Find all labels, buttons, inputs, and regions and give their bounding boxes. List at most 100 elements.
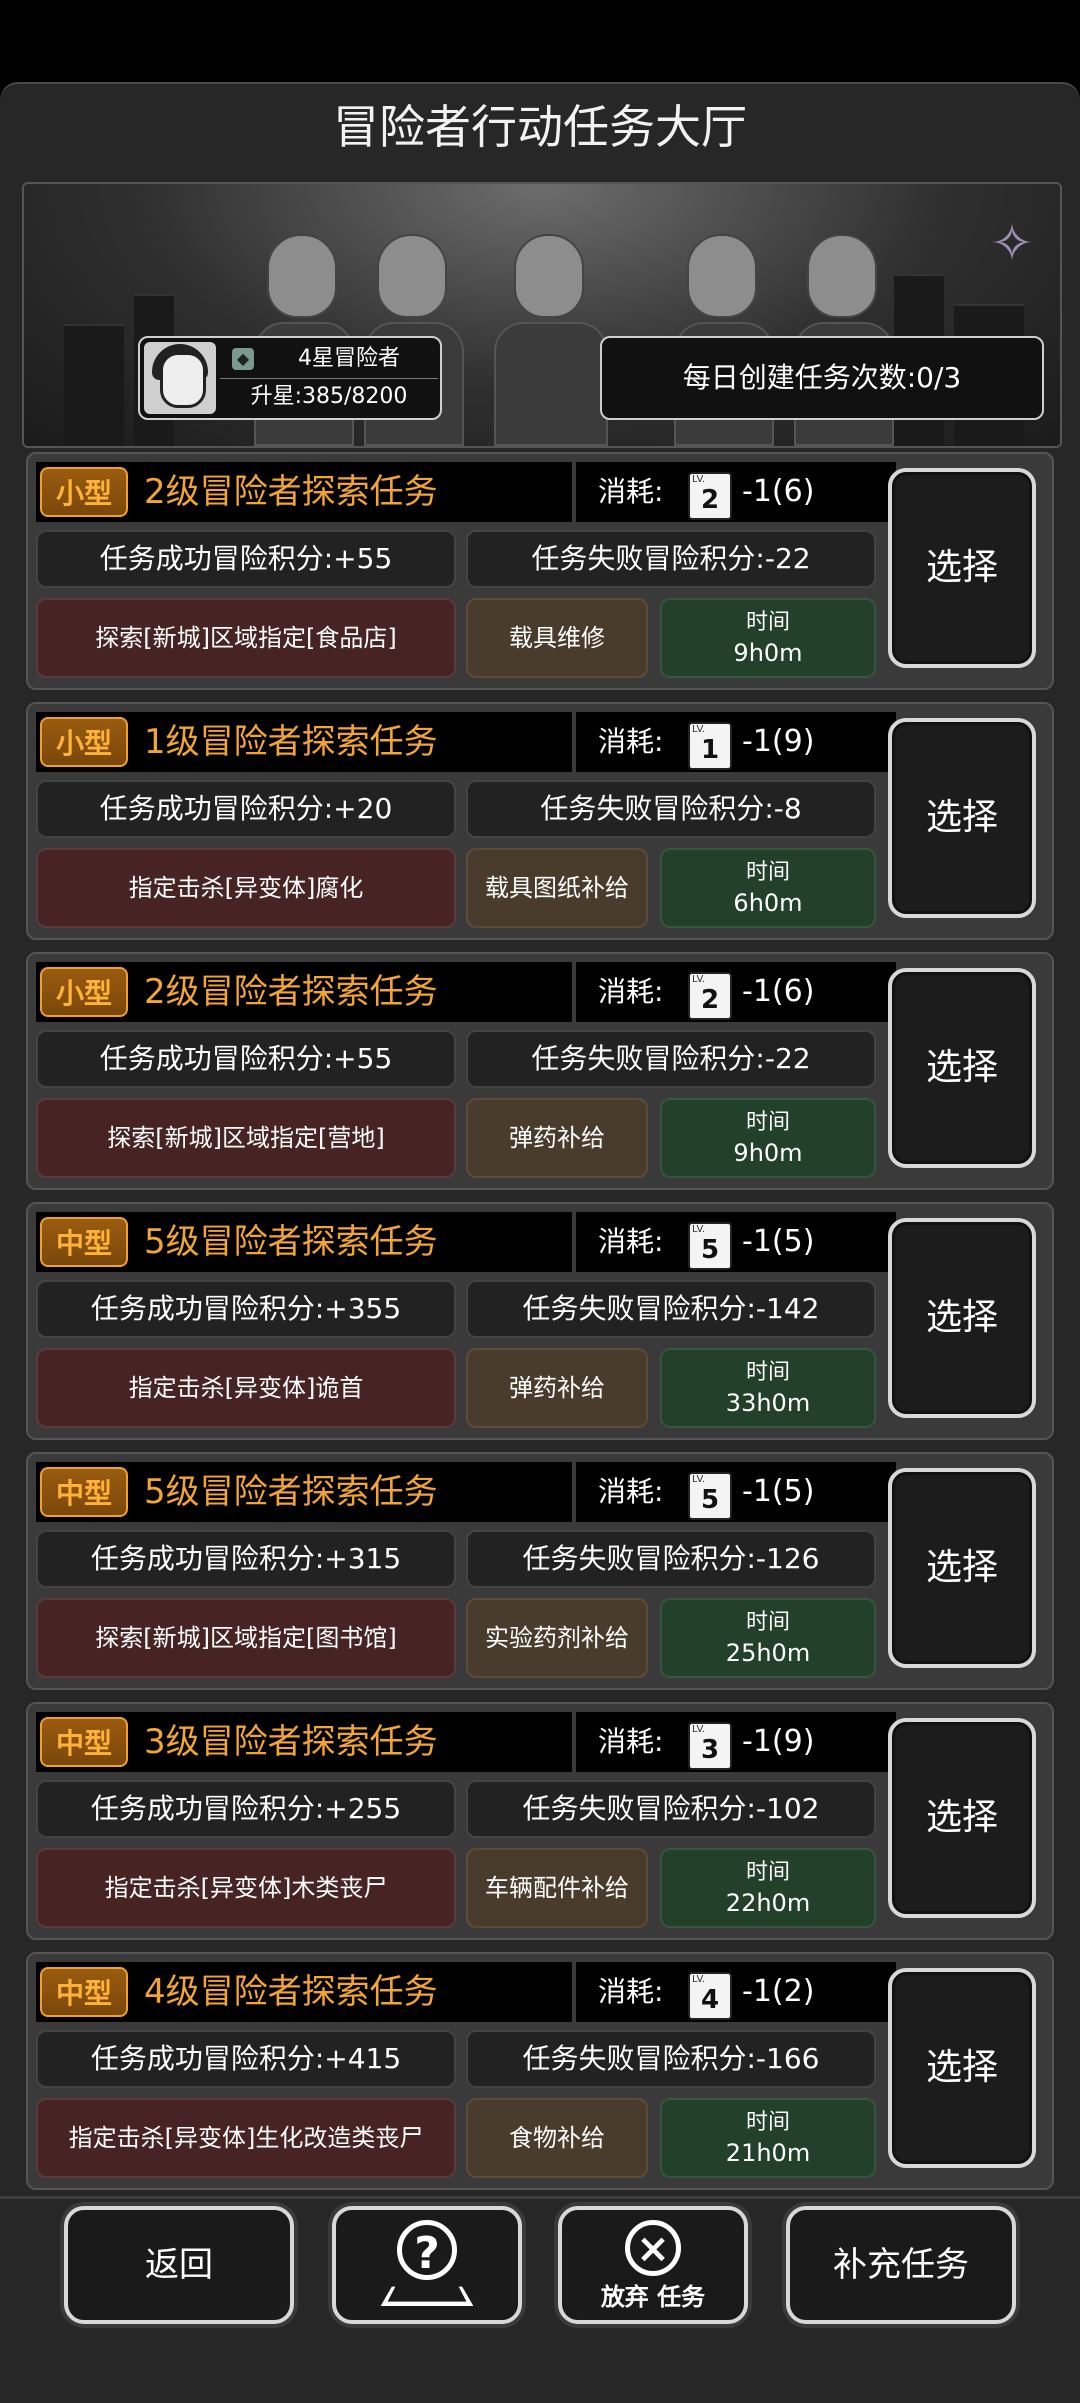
level-ticket-icon: LV. 4 <box>688 1972 732 2020</box>
success-points: 任务成功冒险积分:+315 <box>36 1530 456 1588</box>
level-ticket-icon: LV. 1 <box>688 722 732 770</box>
task-reward: 车辆配件补给 <box>466 1848 648 1928</box>
task-name: 3级冒险者探索任务 <box>144 1722 438 1762</box>
task-card: 小型 1级冒险者探索任务 消耗: LV. 1 -1(9) 任务成功冒险积分:+20 任务失败冒… <box>26 702 1054 940</box>
task-name: 2级冒险者探索任务 <box>144 472 438 512</box>
task-objective: 指定击杀[异变体]腐化 <box>36 848 456 928</box>
task-duration: 时间 25h0m <box>660 1598 876 1678</box>
time-label: 时间 <box>745 860 790 885</box>
level-ticket-icon: LV. 5 <box>688 1472 732 1520</box>
task-objective: 指定击杀[异变体]木类丧尸 <box>36 1848 456 1928</box>
time-value: 33h0m <box>725 1389 811 1417</box>
task-card: 中型 3级冒险者探索任务 消耗: LV. 3 -1(9) 任务成功冒险积分:+255 任务失败… <box>26 1702 1054 1940</box>
ticket-level: 3 <box>700 1735 720 1765</box>
task-cost: 消耗: LV. 3 -1(9) <box>576 1712 896 1772</box>
task-header: 中型 5级冒险者探索任务 <box>36 1462 572 1522</box>
task-header: 小型 2级冒险者探索任务 <box>36 462 572 522</box>
task-size-badge: 小型 <box>40 717 128 767</box>
select-button[interactable]: 选择 <box>888 468 1036 668</box>
task-duration: 时间 22h0m <box>660 1848 876 1928</box>
task-objective: 探索[新城]区域指定[营地] <box>36 1098 456 1178</box>
success-points: 任务成功冒险积分:+55 <box>36 1030 456 1088</box>
fail-points: 任务失败冒险积分:-102 <box>466 1780 876 1838</box>
refill-task-button[interactable]: 补充任务 <box>786 2206 1016 2324</box>
task-card: 中型 5级冒险者探索任务 消耗: LV. 5 -1(5) 任务成功冒险积分:+315 任务失败… <box>26 1452 1054 1690</box>
building <box>64 324 124 446</box>
task-reward: 实验药剂补给 <box>466 1598 648 1678</box>
task-size-badge: 小型 <box>40 967 128 1017</box>
select-button[interactable]: 选择 <box>888 1218 1036 1418</box>
back-button[interactable]: 返回 <box>64 2206 294 2324</box>
select-button[interactable]: 选择 <box>888 718 1036 918</box>
daily-create-count: 每日创建任务次数:0/3 <box>600 336 1044 420</box>
task-name: 5级冒险者探索任务 <box>144 1472 438 1512</box>
task-duration: 时间 9h0m <box>660 598 876 678</box>
fail-points: 任务失败冒险积分:-22 <box>466 530 876 588</box>
task-size-badge: 中型 <box>40 1467 128 1517</box>
rank-gem-icon: ◆ <box>232 348 254 370</box>
task-card: 小型 2级冒险者探索任务 消耗: LV. 2 -1(6) 任务成功冒险积分:+55 任务失败冒… <box>26 952 1054 1190</box>
success-points: 任务成功冒险积分:+415 <box>36 2030 456 2088</box>
level-ticket-icon: LV. 2 <box>688 972 732 1020</box>
task-objective: 指定击杀[异变体]生化改造类丧尸 <box>36 2098 456 2178</box>
task-duration: 时间 6h0m <box>660 848 876 928</box>
time-label: 时间 <box>745 1360 790 1385</box>
avatar[interactable] <box>144 342 216 414</box>
time-label: 时间 <box>745 1610 790 1635</box>
time-value: 9h0m <box>733 639 803 667</box>
success-points: 任务成功冒险积分:+20 <box>36 780 456 838</box>
player-rank: 4星冒险者 <box>298 346 400 371</box>
cost-label: 消耗: <box>598 1225 664 1258</box>
select-button[interactable]: 选择 <box>888 968 1036 1168</box>
ticket-level: 1 <box>700 735 720 765</box>
select-button[interactable]: 选择 <box>888 1468 1036 1668</box>
task-duration: 时间 21h0m <box>660 2098 876 2178</box>
task-name: 1级冒险者探索任务 <box>144 722 438 762</box>
task-cost: 消耗: LV. 5 -1(5) <box>576 1462 896 1522</box>
task-name: 4级冒险者探索任务 <box>144 1972 438 2012</box>
task-cost: 消耗: LV. 4 -1(2) <box>576 1962 896 2022</box>
task-card: 中型 5级冒险者探索任务 消耗: LV. 5 -1(5) 任务成功冒险积分:+355 任务失败… <box>26 1202 1054 1440</box>
task-duration: 时间 33h0m <box>660 1348 876 1428</box>
time-label: 时间 <box>745 1110 790 1135</box>
ticket-level: 2 <box>700 985 720 1015</box>
cost-label: 消耗: <box>598 475 664 508</box>
time-value: 9h0m <box>733 1139 803 1167</box>
task-card: 中型 4级冒险者探索任务 消耗: LV. 4 -1(2) 任务成功冒险积分:+415 任务失败… <box>26 1952 1054 2190</box>
select-button[interactable]: 选择 <box>888 1718 1036 1918</box>
task-size-badge: 小型 <box>40 467 128 517</box>
time-value: 21h0m <box>725 2139 811 2167</box>
time-value: 25h0m <box>725 1639 811 1667</box>
time-value: 6h0m <box>733 889 803 917</box>
cost-value: -1(5) <box>742 1224 815 1259</box>
fail-points: 任务失败冒险积分:-166 <box>466 2030 876 2088</box>
time-label: 时间 <box>745 610 790 635</box>
level-ticket-icon: LV. 2 <box>688 472 732 520</box>
map-icon <box>380 2286 474 2307</box>
task-cost: 消耗: LV. 2 -1(6) <box>576 462 896 522</box>
abandon-task-button[interactable]: × 放弃 任务 <box>558 2206 748 2324</box>
ticket-level: 4 <box>700 1985 720 2015</box>
player-rank-card[interactable]: ◆ 4星冒险者 升星:385/8200 <box>138 336 442 420</box>
task-size-badge: 中型 <box>40 1967 128 2017</box>
task-reward: 食物补给 <box>466 2098 648 2178</box>
cost-value: -1(5) <box>742 1474 815 1509</box>
fail-points: 任务失败冒险积分:-142 <box>466 1280 876 1338</box>
task-header: 中型 4级冒险者探索任务 <box>36 1962 572 2022</box>
help-icon: ? <box>397 2220 457 2280</box>
abandon-task-label: 放弃 任务 <box>600 2283 706 2311</box>
level-ticket-icon: LV. 5 <box>688 1222 732 1270</box>
task-objective: 探索[新城]区域指定[图书馆] <box>36 1598 456 1678</box>
fail-points: 任务失败冒险积分:-126 <box>466 1530 876 1588</box>
success-points: 任务成功冒险积分:+255 <box>36 1780 456 1838</box>
page-title: 冒险者行动任务大厅 <box>333 100 747 154</box>
task-reward: 弹药补给 <box>466 1098 648 1178</box>
ticket-level: 5 <box>700 1235 720 1265</box>
task-cost: 消耗: LV. 1 -1(9) <box>576 712 896 772</box>
cost-label: 消耗: <box>598 1975 664 2008</box>
task-header: 中型 5级冒险者探索任务 <box>36 1212 572 1272</box>
close-icon: × <box>625 2220 681 2276</box>
select-button[interactable]: 选择 <box>888 1968 1036 2168</box>
cost-value: -1(9) <box>742 1724 815 1759</box>
help-button[interactable]: ? <box>332 2206 522 2324</box>
